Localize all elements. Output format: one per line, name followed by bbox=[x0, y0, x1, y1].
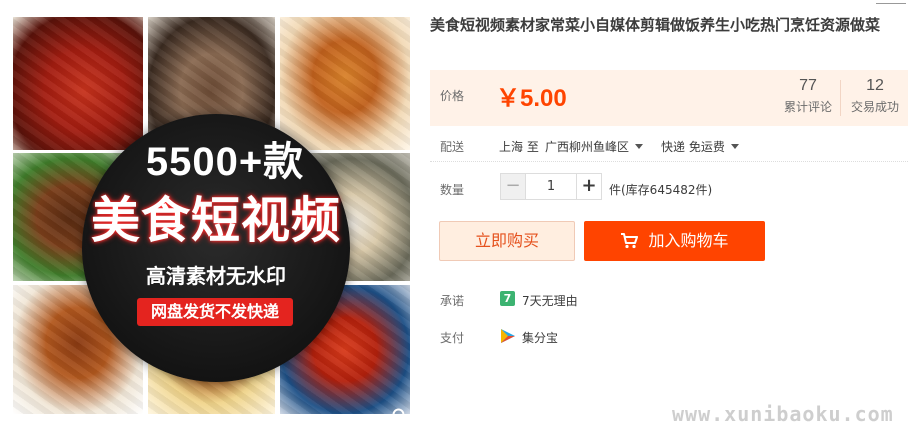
review-stat[interactable]: 77 累计评论 bbox=[778, 77, 838, 115]
payment-label: 支付 bbox=[440, 331, 465, 345]
deals-label: 交易成功 bbox=[850, 100, 899, 114]
chevron-down-icon bbox=[730, 144, 739, 149]
shipping-method: 快递 免运费 bbox=[661, 140, 725, 154]
price-panel: 价格 ￥5.00 77 累计评论 12 交易成功 bbox=[430, 70, 908, 126]
add-to-cart-button[interactable]: 加入购物车 bbox=[584, 221, 765, 261]
magnifier-icon[interactable] bbox=[391, 407, 409, 414]
promo-ribbon: 网盘发货不发快递 bbox=[137, 298, 293, 326]
cart-icon bbox=[621, 233, 639, 249]
product-title: 美食短视频素材家常菜小自媒体剪辑做饭养生小吃热门烹饪资源做菜 bbox=[430, 16, 881, 34]
product-page: 5500+款 美食短视频 高清素材无水印 网盘发货不发快递 美食短视频素材家常菜… bbox=[0, 0, 923, 427]
promise-label: 承诺 bbox=[440, 294, 465, 308]
price-value: ￥5.00 bbox=[496, 85, 567, 112]
shipping-label: 配送 bbox=[440, 140, 465, 154]
jifenbao-icon bbox=[501, 329, 515, 343]
quantity-decrease-button[interactable]: − bbox=[500, 173, 526, 200]
quantity-label: 数量 bbox=[440, 183, 465, 197]
review-count: 77 bbox=[799, 77, 817, 94]
promo-count: 5500+款 bbox=[145, 140, 305, 184]
shipping-method-select[interactable]: 快递 免运费 bbox=[661, 138, 739, 155]
stat-divider bbox=[840, 80, 841, 116]
chevron-down-icon bbox=[635, 144, 644, 149]
quantity-increase-button[interactable]: + bbox=[576, 173, 602, 200]
payment-text[interactable]: 集分宝 bbox=[522, 329, 558, 346]
shipping-from: 上海 至 bbox=[499, 140, 539, 154]
shipping-destination-select[interactable]: 广西柳州鱼峰区 bbox=[545, 138, 644, 155]
quantity-input[interactable]: 1 bbox=[526, 173, 576, 200]
deals-count: 12 bbox=[866, 77, 884, 94]
deals-stat: 12 交易成功 bbox=[846, 77, 904, 115]
site-watermark: www.xunibaoku.com bbox=[672, 402, 894, 426]
promise-text[interactable]: 7天无理由 bbox=[522, 292, 578, 309]
promo-subtitle: 高清素材无水印 bbox=[146, 264, 286, 288]
review-label: 累计评论 bbox=[783, 100, 832, 114]
product-image-gallery[interactable]: 5500+款 美食短视频 高清素材无水印 网盘发货不发快递 bbox=[13, 17, 410, 414]
price-label: 价格 bbox=[440, 89, 465, 103]
shipping-destination: 广西柳州鱼峰区 bbox=[545, 140, 630, 154]
stock-text: 件(库存645482件) bbox=[609, 183, 713, 197]
divider bbox=[430, 161, 908, 162]
buy-now-button[interactable]: 立即购买 bbox=[439, 221, 575, 261]
promo-title: 美食短视频 bbox=[90, 192, 341, 249]
seven-day-badge-icon: 7 bbox=[500, 291, 515, 306]
add-to-cart-label: 加入购物车 bbox=[648, 231, 729, 250]
top-divider bbox=[876, 0, 906, 4]
